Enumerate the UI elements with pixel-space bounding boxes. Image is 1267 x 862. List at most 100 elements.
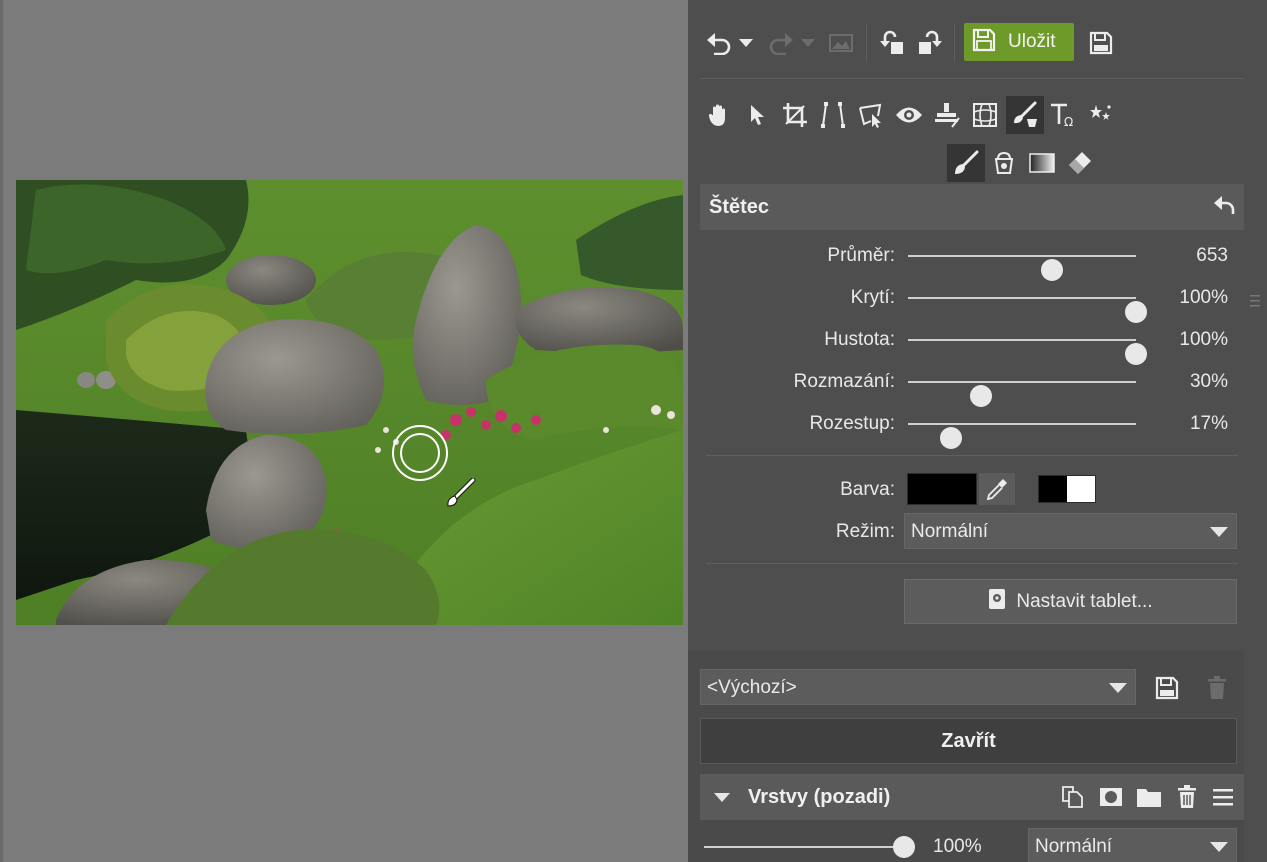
image-history-icon[interactable] bbox=[824, 26, 858, 60]
toolbar-separator bbox=[700, 78, 1244, 79]
svg-text:Ω: Ω bbox=[1064, 115, 1073, 128]
redo-icon[interactable] bbox=[764, 26, 798, 60]
chevron-down-icon bbox=[1210, 527, 1228, 537]
photo-image bbox=[16, 180, 683, 625]
reset-undo-arrow-icon[interactable] bbox=[1210, 190, 1240, 220]
blur-slider-track[interactable] bbox=[908, 381, 1136, 407]
brush-panel-title: Štětec bbox=[709, 196, 770, 218]
canvas-area[interactable] bbox=[0, 0, 688, 862]
tablet-gear-icon bbox=[988, 588, 1006, 615]
density-slider-knob[interactable] bbox=[1125, 343, 1147, 365]
slider-row-spacing: Rozestup: 17% bbox=[700, 409, 1244, 449]
floppy-disk-icon bbox=[972, 28, 996, 57]
folder-icon[interactable] bbox=[1134, 782, 1164, 812]
select-arrow-icon[interactable] bbox=[740, 98, 774, 132]
selection-lasso-icon[interactable] bbox=[854, 98, 888, 132]
preset-dropdown[interactable]: <Výchozí> bbox=[700, 669, 1136, 705]
duplicate-layer-icon[interactable] bbox=[1058, 782, 1088, 812]
gradient-icon[interactable] bbox=[1024, 144, 1060, 182]
blur-slider-knob[interactable] bbox=[969, 385, 992, 407]
brush-pointer-icon bbox=[443, 477, 479, 510]
rotate-left-icon[interactable] bbox=[876, 26, 910, 60]
save-preset-floppy-disk-icon[interactable] bbox=[1150, 672, 1184, 704]
blur-value: 30% bbox=[1189, 371, 1228, 392]
spacing-slider-track[interactable] bbox=[908, 423, 1136, 449]
photo-canvas[interactable] bbox=[16, 180, 683, 625]
delete-layer-trash-icon[interactable] bbox=[1172, 782, 1202, 812]
preset-value: <Výchozí> bbox=[707, 677, 797, 698]
layer-opacity-slider-knob[interactable] bbox=[893, 836, 915, 858]
eye-redeye-icon[interactable] bbox=[892, 98, 926, 132]
swatch-black[interactable] bbox=[1039, 476, 1067, 502]
blur-label: Rozmazání: bbox=[793, 371, 895, 392]
save-button[interactable]: Uložit bbox=[964, 23, 1074, 61]
diameter-slider-track[interactable] bbox=[908, 255, 1136, 281]
opacity-label: Krytí: bbox=[850, 287, 895, 308]
layer-opacity-slider-track[interactable] bbox=[704, 836, 915, 858]
chevron-down-icon bbox=[1210, 842, 1228, 852]
layer-blend-mode-dropdown[interactable]: Normální bbox=[1028, 828, 1237, 862]
brush-color-swatch[interactable] bbox=[907, 473, 977, 505]
redo-history-chevron-down-icon[interactable] bbox=[798, 33, 818, 53]
diameter-value: 653 bbox=[1196, 245, 1228, 266]
tablet-settings-label: Nastavit tablet... bbox=[1016, 590, 1153, 612]
blend-mode-dropdown[interactable]: Normální bbox=[904, 513, 1237, 549]
slider-row-opacity: Krytí: 100% bbox=[700, 283, 1244, 323]
slider-row-blur: Rozmazání: 30% bbox=[700, 367, 1244, 407]
mode-label: Režim: bbox=[835, 521, 895, 542]
crop-icon[interactable] bbox=[778, 98, 812, 132]
toolbar-divider bbox=[954, 24, 955, 62]
fill-bucket-icon[interactable] bbox=[986, 144, 1022, 182]
close-button[interactable]: Zavřít bbox=[700, 718, 1237, 764]
layer-opacity-value: 100% bbox=[933, 836, 982, 857]
diameter-slider-knob[interactable] bbox=[1040, 259, 1063, 281]
slider-row-density: Hustota: 100% bbox=[700, 325, 1244, 365]
save-as-floppy-disk-icon[interactable] bbox=[1084, 26, 1118, 60]
brush-fill-tool-icon[interactable] bbox=[1006, 96, 1044, 134]
section-separator bbox=[706, 455, 1238, 456]
clone-stamp-icon[interactable] bbox=[930, 98, 964, 132]
scrollbar-grip-icon[interactable] bbox=[1250, 293, 1260, 309]
undo-history-chevron-down-icon[interactable] bbox=[736, 33, 756, 53]
section-separator bbox=[706, 563, 1238, 564]
slider-row-diameter: Průměr: 653 bbox=[700, 241, 1244, 281]
eyedropper-icon[interactable] bbox=[979, 473, 1015, 505]
panel-scrollbar[interactable] bbox=[1244, 0, 1267, 660]
chevron-down-icon bbox=[1109, 683, 1127, 693]
layers-panel-header[interactable]: Vrstvy (pozadi) bbox=[700, 774, 1244, 820]
black-white-swap-swatch[interactable] bbox=[1038, 475, 1096, 503]
layer-mask-icon[interactable] bbox=[1096, 782, 1126, 812]
eraser-icon[interactable] bbox=[1062, 144, 1098, 182]
spacing-slider-knob[interactable] bbox=[940, 427, 963, 449]
side-panel: Uložit Ω Štětec Průměr: 653 Krytí: 100% … bbox=[688, 0, 1267, 862]
density-value: 100% bbox=[1179, 329, 1228, 350]
collapse-caret-icon[interactable] bbox=[714, 793, 730, 802]
layers-panel-title: Vrstvy (pozadi) bbox=[748, 786, 891, 808]
tablet-settings-button[interactable]: Nastavit tablet... bbox=[904, 579, 1237, 624]
density-slider-track[interactable] bbox=[908, 339, 1147, 365]
diameter-label: Průměr: bbox=[827, 245, 895, 266]
hand-tool-icon[interactable] bbox=[702, 98, 736, 132]
text-special-icon[interactable]: Ω bbox=[1046, 98, 1080, 132]
color-label: Barva: bbox=[840, 479, 895, 500]
hamburger-menu-icon[interactable] bbox=[1208, 782, 1238, 812]
opacity-slider-knob[interactable] bbox=[1125, 301, 1147, 323]
undo-icon[interactable] bbox=[702, 26, 736, 60]
spacing-value: 17% bbox=[1189, 413, 1228, 434]
rotate-right-icon[interactable] bbox=[912, 26, 946, 60]
opacity-value: 100% bbox=[1179, 287, 1228, 308]
opacity-slider-track[interactable] bbox=[908, 297, 1147, 323]
brush-subtool-icon[interactable] bbox=[947, 144, 985, 182]
delete-preset-trash-icon[interactable] bbox=[1200, 672, 1234, 704]
save-button-label: Uložit bbox=[1008, 31, 1056, 52]
swatch-white[interactable] bbox=[1067, 476, 1095, 502]
spacing-label: Rozestup: bbox=[809, 413, 895, 434]
blend-mode-value: Normální bbox=[911, 521, 989, 542]
effects-stars-icon[interactable] bbox=[1084, 98, 1118, 132]
layer-blend-mode-value: Normální bbox=[1035, 836, 1113, 857]
brush-panel-header: Štětec bbox=[700, 184, 1244, 230]
brush-cursor-circle bbox=[391, 424, 449, 482]
grid-warp-icon[interactable] bbox=[968, 98, 1002, 132]
density-label: Hustota: bbox=[824, 329, 895, 350]
perspective-icon[interactable] bbox=[816, 98, 850, 132]
